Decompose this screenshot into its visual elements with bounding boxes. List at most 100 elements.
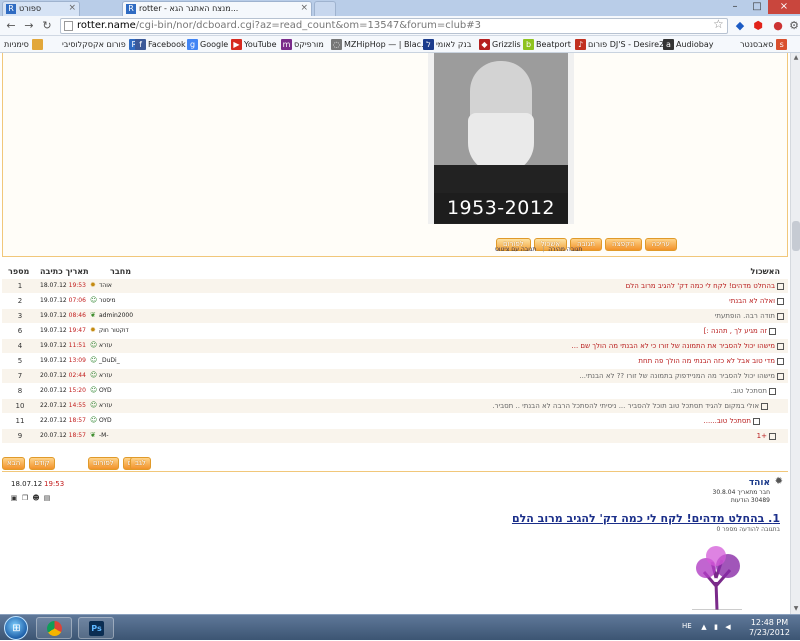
page-scrollbar[interactable]: ▲ ▼ <box>790 53 800 614</box>
user-icon[interactable]: ☻ <box>32 494 40 502</box>
row-title[interactable]: מדי טוב אבל לא כזה הבנתי מה הולך פה תחת <box>638 354 784 368</box>
bookmark-item[interactable]: פורום אקסקלוסיביR <box>62 38 140 51</box>
taskbar-chrome[interactable] <box>36 617 72 639</box>
table-row[interactable]: 11 22.07.12 18:57 ☺ OYD תסתכל טוב...... <box>2 414 788 428</box>
adblock-icon[interactable]: ⬢ <box>750 18 766 34</box>
row-author[interactable]: ☺ _DuDi_ <box>90 354 170 368</box>
scrollbar-thumb[interactable] <box>792 221 800 251</box>
row-title[interactable]: +1 <box>757 429 776 443</box>
table-row[interactable]: 7 20.07.12 02:44 ☺ עזרא מישהו יכול להסביר מה… <box>2 369 788 383</box>
taskbar-photoshop[interactable]: Ps <box>78 617 114 639</box>
bookmark-folder[interactable]: סימניות <box>4 38 43 51</box>
table-row[interactable]: 3 19.07.12 08:46 ❦ admin2000 תודה רבה. הופתע… <box>2 309 788 323</box>
row-title[interactable]: אולי במקום להגיד תסתכל טוב תוכל להסביר .… <box>492 399 768 413</box>
back-button[interactable]: לגב <box>130 457 151 470</box>
tray-arrow-icon[interactable]: ▲ <box>700 623 708 631</box>
edit-button[interactable]: עריכה <box>644 238 677 251</box>
row-title[interactable]: תודה רבה. הופתעתי <box>715 309 784 323</box>
row-author-name: OYD <box>99 417 112 424</box>
volume-icon[interactable]: ◀ <box>724 623 732 631</box>
clock[interactable]: 12:48 PM 7/23/2012 <box>749 618 790 638</box>
close-tab-icon[interactable]: × <box>300 3 308 13</box>
new-tab-button[interactable] <box>314 1 336 16</box>
next-button[interactable]: הבא <box>2 457 26 470</box>
row-author[interactable]: ❦ admin2000 <box>90 309 170 323</box>
previous-button[interactable]: קודם <box>29 457 55 470</box>
chrome-icon <box>47 621 62 636</box>
row-author[interactable]: ☺ OYD <box>90 384 170 398</box>
reload-icon[interactable]: ↻ <box>40 19 54 33</box>
row-date-value: 19.07.12 <box>40 312 67 319</box>
message-frame: 1953-2012 לפורום אשכול תגובה הקפצה עריכה… <box>2 53 788 257</box>
close-window-icon[interactable]: × <box>768 0 800 14</box>
table-row[interactable]: 10 22.07.12 14:55 ☺ עזרא אולי במקום להגיד תס… <box>2 399 788 413</box>
bookmark-item[interactable]: בנק לאומי ל <box>423 38 485 51</box>
start-button[interactable]: ⊞ <box>4 616 28 640</box>
close-tab-icon[interactable]: × <box>68 3 76 13</box>
copy-icon[interactable]: ❐ <box>21 494 29 502</box>
forward-icon[interactable]: → <box>22 19 36 33</box>
bookmark-label: Facebook <box>148 40 186 49</box>
print-icon[interactable]: ▣ <box>10 494 18 502</box>
back-icon[interactable]: ← <box>4 19 18 33</box>
minimize-icon[interactable]: – <box>724 0 746 14</box>
row-time: 18:57 <box>68 432 86 439</box>
row-author[interactable]: ☺ עזרא <box>90 339 170 353</box>
row-author[interactable]: ❦ -M- <box>90 429 170 443</box>
wrench-icon[interactable]: ⚙ <box>786 18 800 34</box>
bookmark-item[interactable]: Audiobay a <box>663 38 727 51</box>
address-bar[interactable]: rotter.name/cgi-bin/nor/dcboard.cgi?az=r… <box>60 18 728 34</box>
row-date-value: 20.07.12 <box>40 387 67 394</box>
bookmark-star-icon[interactable]: ☆ <box>713 17 724 31</box>
table-row[interactable]: 9 20.07.12 18:57 ❦ -M- +1 <box>2 429 788 443</box>
scroll-up-icon[interactable]: ▲ <box>792 54 800 62</box>
table-row[interactable]: 5 19.07.12 13:09 ☺ _DuDi_ מדי טוב אבל לא כזה… <box>2 354 788 368</box>
language-indicator[interactable]: HE <box>682 622 692 630</box>
row-title[interactable]: זה מגיע לך , תהנה :] <box>704 324 776 338</box>
thread-nav-buttons: הבא קודם לפורום קודם לגב <box>2 455 788 471</box>
extension-icon[interactable]: ◆ <box>732 18 748 34</box>
table-row[interactable]: 4 19.07.12 11:51 ☺ עזרא מישהו יכול להסביר את… <box>2 339 788 353</box>
row-number: 3 <box>17 312 23 320</box>
maximize-icon[interactable]: □ <box>746 0 768 14</box>
window-controls: – □ × <box>724 0 800 16</box>
quote-reply-link[interactable]: תגובה עם ציטוט <box>495 246 536 253</box>
row-author[interactable]: ✹ אוהד <box>90 279 170 293</box>
row-author[interactable]: ☺ עזרא <box>90 399 170 413</box>
quick-reply-link[interactable]: תגובה מהירה <box>548 246 582 253</box>
row-author-name: דוקטור חוק <box>99 327 129 334</box>
opera-icon[interactable]: ● <box>770 18 786 34</box>
bookmark-label: YouTube <box>244 40 277 49</box>
table-row[interactable]: 2 19.07.12 07:06 ☺ מיסטר ואלה לא הבנתי <box>2 294 788 308</box>
windows-taskbar: ⊞ Ps HE ▲ ▮ ◀ 12:48 PM 7/23/2012 <box>0 614 800 640</box>
row-author[interactable]: ✹ דוקטור חוק <box>90 324 170 338</box>
row-title[interactable]: תסתכל טוב. <box>731 384 776 398</box>
tab-sport[interactable]: R ספורט × <box>2 1 80 16</box>
row-title[interactable]: מישהו יכול להסביר מה המניידפוק בתמונה של… <box>579 369 784 383</box>
table-row[interactable]: 1 18.07.12 19:53 ✹ אוהד בהחלט מדהים! לקח לי … <box>2 279 788 293</box>
tab-rotter[interactable]: R rotter - מנצח האתגר הגא... × <box>122 1 312 16</box>
bump-button[interactable]: הקפצה <box>605 238 642 251</box>
row-date-value: 19.07.12 <box>40 297 67 304</box>
bookmark-item[interactable]: סאבסנטר s <box>740 38 788 51</box>
row-date-value: 20.07.12 <box>40 432 67 439</box>
post-title[interactable]: 1. בהחלט מדהים! לקח לי כמה דק' להגיב מרו… <box>512 512 780 525</box>
row-title[interactable]: בהחלט מדהים! לקח לי כמה דק' להגיב מרוב ה… <box>626 279 784 293</box>
report-icon[interactable]: ▤ <box>43 494 51 502</box>
row-title[interactable]: ואלה לא הבנתי <box>729 294 784 308</box>
row-title[interactable]: תסתכל טוב...... <box>704 414 760 428</box>
table-row[interactable]: 8 20.07.12 15:20 ☺ OYD תסתכל טוב. <box>2 384 788 398</box>
scroll-down-icon[interactable]: ▼ <box>792 605 800 613</box>
row-author[interactable]: ☺ OYD <box>90 414 170 428</box>
row-title[interactable]: מישהו יכול להסביר את התמונה של זורו כי ל… <box>572 339 784 353</box>
row-author[interactable]: ☺ עזרא <box>90 369 170 383</box>
network-icon[interactable]: ▮ <box>712 623 720 631</box>
post-author[interactable]: אוהד <box>749 478 770 488</box>
to-forum-bottom-button[interactable]: לפורום <box>88 457 119 470</box>
row-number: 1 <box>17 282 23 290</box>
bookmark-label: Beatport <box>536 40 571 49</box>
row-author[interactable]: ☺ מיסטר <box>90 294 170 308</box>
table-row[interactable]: 6 19.07.12 19:47 ✹ דוקטור חוק זה מגיע לך , ת… <box>2 324 788 338</box>
row-time: 18:57 <box>68 417 86 424</box>
post-reply-to: בתגובה להודעה מספר 0 <box>716 526 780 533</box>
